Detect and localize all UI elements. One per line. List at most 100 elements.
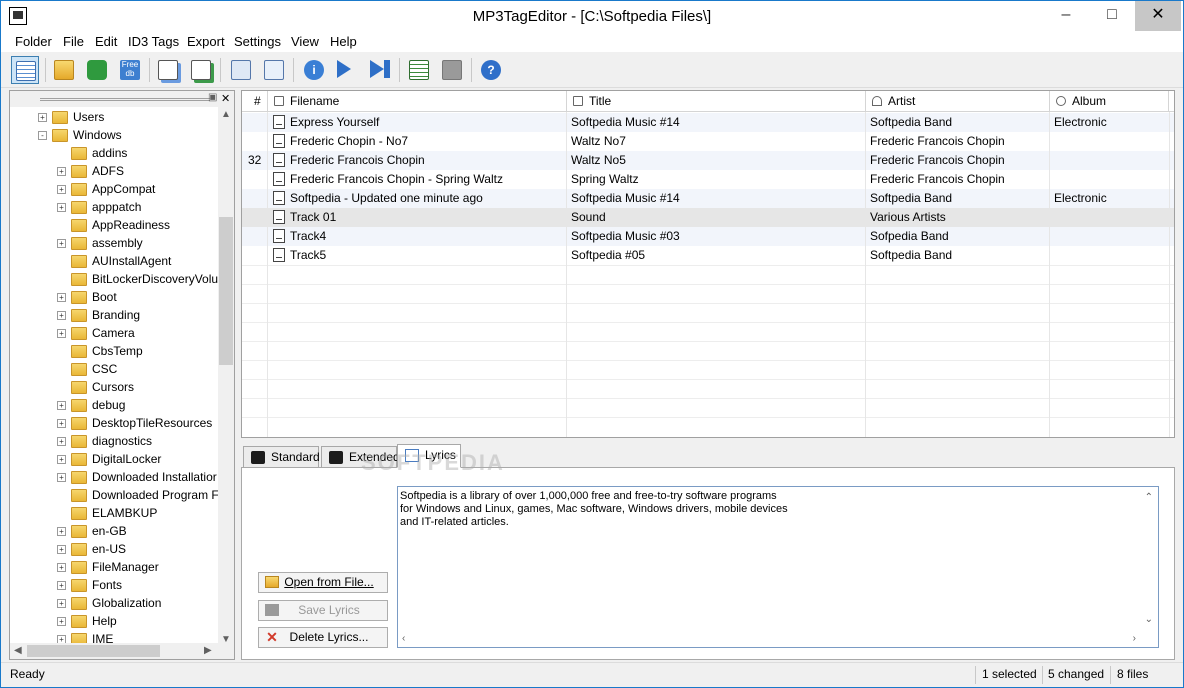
tree-item[interactable]: + Globalization bbox=[10, 595, 220, 613]
tree-vertical-scroll-thumb[interactable] bbox=[219, 217, 233, 365]
file-list[interactable]: # Filename Title Artist Album Express Yo… bbox=[241, 90, 1175, 438]
tree-item[interactable]: + en-US bbox=[10, 541, 220, 559]
tree-expander-icon[interactable]: - bbox=[38, 131, 47, 140]
tree-item[interactable]: Cursors bbox=[10, 379, 220, 397]
download-button[interactable] bbox=[260, 56, 288, 84]
table-row[interactable]: Frederic Chopin - No7 Waltz No7 Frederic F… bbox=[242, 132, 1174, 151]
table-row[interactable]: 32 Frederic Francois Chopin Waltz No5 Frede… bbox=[242, 151, 1174, 170]
scroll-up-icon[interactable]: ⌃ bbox=[1145, 491, 1153, 504]
tree-expander-icon[interactable]: + bbox=[57, 545, 66, 554]
menu-edit[interactable]: Edit bbox=[95, 34, 117, 49]
tree-item[interactable]: ELAMBKUP bbox=[10, 505, 220, 523]
tree-item[interactable]: + Downloaded Installatior bbox=[10, 469, 220, 487]
tree-expander-icon[interactable]: + bbox=[57, 599, 66, 608]
tree-expander-icon[interactable]: + bbox=[57, 473, 66, 482]
tree-item[interactable]: CbsTemp bbox=[10, 343, 220, 361]
tree-item[interactable]: CSC bbox=[10, 361, 220, 379]
tree-item[interactable]: + diagnostics bbox=[10, 433, 220, 451]
tree-item[interactable]: + DigitalLocker bbox=[10, 451, 220, 469]
tree-grip[interactable] bbox=[40, 98, 210, 101]
play-all-button[interactable] bbox=[366, 56, 394, 84]
close-button[interactable]: ✕ bbox=[1135, 1, 1181, 31]
tree-expander-icon[interactable]: + bbox=[57, 401, 66, 410]
tree-item[interactable]: + FileManager bbox=[10, 559, 220, 577]
menu-folder[interactable]: Folder bbox=[15, 34, 52, 49]
scroll-down-icon[interactable]: ⌄ bbox=[1145, 613, 1153, 626]
tree-item[interactable]: + Camera bbox=[10, 325, 220, 343]
tree-expander-icon[interactable]: + bbox=[57, 329, 66, 338]
menu-id3-tags[interactable]: ID3 Tags bbox=[128, 34, 179, 49]
tree-expander-icon[interactable]: + bbox=[57, 527, 66, 536]
tree-item[interactable]: + Branding bbox=[10, 307, 220, 325]
tree-item[interactable]: + Users bbox=[10, 109, 220, 127]
blank-button[interactable] bbox=[438, 56, 466, 84]
tree-vertical-scrollbar[interactable]: ▲ ▼ bbox=[218, 107, 234, 647]
tree-expander-icon[interactable]: + bbox=[57, 617, 66, 626]
open-from-file-button[interactable]: Open from File... bbox=[258, 572, 388, 593]
table-row[interactable]: Express Yourself Softpedia Music #14 Softp… bbox=[242, 113, 1174, 132]
maximize-button[interactable]: □ bbox=[1089, 1, 1135, 31]
tree-item[interactable]: + debug bbox=[10, 397, 220, 415]
tree-expander-icon[interactable]: + bbox=[57, 563, 66, 572]
tree-item[interactable]: addins bbox=[10, 145, 220, 163]
tree-expander-icon[interactable]: + bbox=[57, 311, 66, 320]
copy-tags-button[interactable] bbox=[154, 56, 182, 84]
tree-item[interactable]: - Windows bbox=[10, 127, 220, 145]
tree-item[interactable]: + ADFS bbox=[10, 163, 220, 181]
scroll-left-icon[interactable]: ‹ bbox=[402, 632, 405, 645]
menu-file[interactable]: File bbox=[63, 34, 84, 49]
freedb-button[interactable]: Free db bbox=[116, 56, 144, 84]
undock-icon[interactable]: ▣ bbox=[208, 92, 217, 103]
menu-export[interactable]: Export bbox=[187, 34, 225, 49]
tree-expander-icon[interactable]: + bbox=[57, 455, 66, 464]
scroll-up-icon[interactable]: ▲ bbox=[221, 109, 231, 120]
scroll-right-icon[interactable]: › bbox=[1133, 632, 1136, 645]
tree-item[interactable]: + DesktopTileResources bbox=[10, 415, 220, 433]
tree-item[interactable]: AppReadiness bbox=[10, 217, 220, 235]
column-number[interactable]: # bbox=[242, 91, 268, 112]
delete-lyrics-button[interactable]: ✕ Delete Lyrics... bbox=[258, 627, 388, 648]
tree-item[interactable]: + Fonts bbox=[10, 577, 220, 595]
save-lyrics-button[interactable]: Save Lyrics bbox=[258, 600, 388, 621]
refresh-button[interactable] bbox=[83, 56, 111, 84]
move-tags-button[interactable] bbox=[187, 56, 215, 84]
column-title[interactable]: Title bbox=[567, 91, 866, 112]
details-view-button[interactable] bbox=[405, 56, 433, 84]
tree-expander-icon[interactable]: + bbox=[57, 239, 66, 248]
list-view-button[interactable] bbox=[11, 56, 39, 84]
tree-item[interactable]: + en-GB bbox=[10, 523, 220, 541]
tree-expander-icon[interactable]: + bbox=[57, 419, 66, 428]
menu-help[interactable]: Help bbox=[330, 34, 357, 49]
column-filename[interactable]: Filename bbox=[268, 91, 567, 112]
tree-horizontal-scrollbar[interactable]: ◀ ▶ bbox=[10, 643, 234, 659]
tree-item[interactable]: + AppCompat bbox=[10, 181, 220, 199]
info-button[interactable]: i bbox=[300, 56, 328, 84]
tree-expander-icon[interactable]: + bbox=[57, 437, 66, 446]
menu-view[interactable]: View bbox=[291, 34, 319, 49]
tree-expander-icon[interactable]: + bbox=[57, 293, 66, 302]
tree-item[interactable]: + Boot bbox=[10, 289, 220, 307]
tree-expander-icon[interactable]: + bbox=[57, 203, 66, 212]
tree-item[interactable]: AUInstallAgent bbox=[10, 253, 220, 271]
table-row[interactable]: Frederic Francois Chopin - Spring Waltz S… bbox=[242, 170, 1174, 189]
tree-item[interactable]: + Help bbox=[10, 613, 220, 631]
lyrics-textarea[interactable]: Softpedia is a library of over 1,000,000… bbox=[397, 486, 1159, 648]
tab-standard[interactable]: Standard bbox=[243, 446, 320, 468]
tree-item[interactable]: BitLockerDiscoveryVolu bbox=[10, 271, 220, 289]
tree-expander-icon[interactable]: + bbox=[57, 167, 66, 176]
play-button[interactable] bbox=[333, 56, 361, 84]
folder-tree[interactable]: ▣ ✕ + Users - Windows addins + ADFS + AppCompat +… bbox=[9, 90, 235, 660]
table-row[interactable]: Track 01 Sound Various Artists bbox=[242, 208, 1174, 227]
tree-expander-icon[interactable]: + bbox=[38, 113, 47, 122]
column-artist[interactable]: Artist bbox=[866, 91, 1050, 112]
tree-expander-icon[interactable]: + bbox=[57, 185, 66, 194]
column-album[interactable]: Album bbox=[1050, 91, 1169, 112]
minimize-button[interactable]: – bbox=[1043, 1, 1089, 31]
menu-settings[interactable]: Settings bbox=[234, 34, 281, 49]
scroll-left-icon[interactable]: ◀ bbox=[14, 645, 22, 656]
tree-item[interactable]: + apppatch bbox=[10, 199, 220, 217]
tree-item[interactable]: + assembly bbox=[10, 235, 220, 253]
table-row[interactable]: Track4 Softpedia Music #03 Sofpedia Band bbox=[242, 227, 1174, 246]
help-button[interactable]: ? bbox=[477, 56, 505, 84]
scroll-right-icon[interactable]: ▶ bbox=[204, 645, 212, 656]
